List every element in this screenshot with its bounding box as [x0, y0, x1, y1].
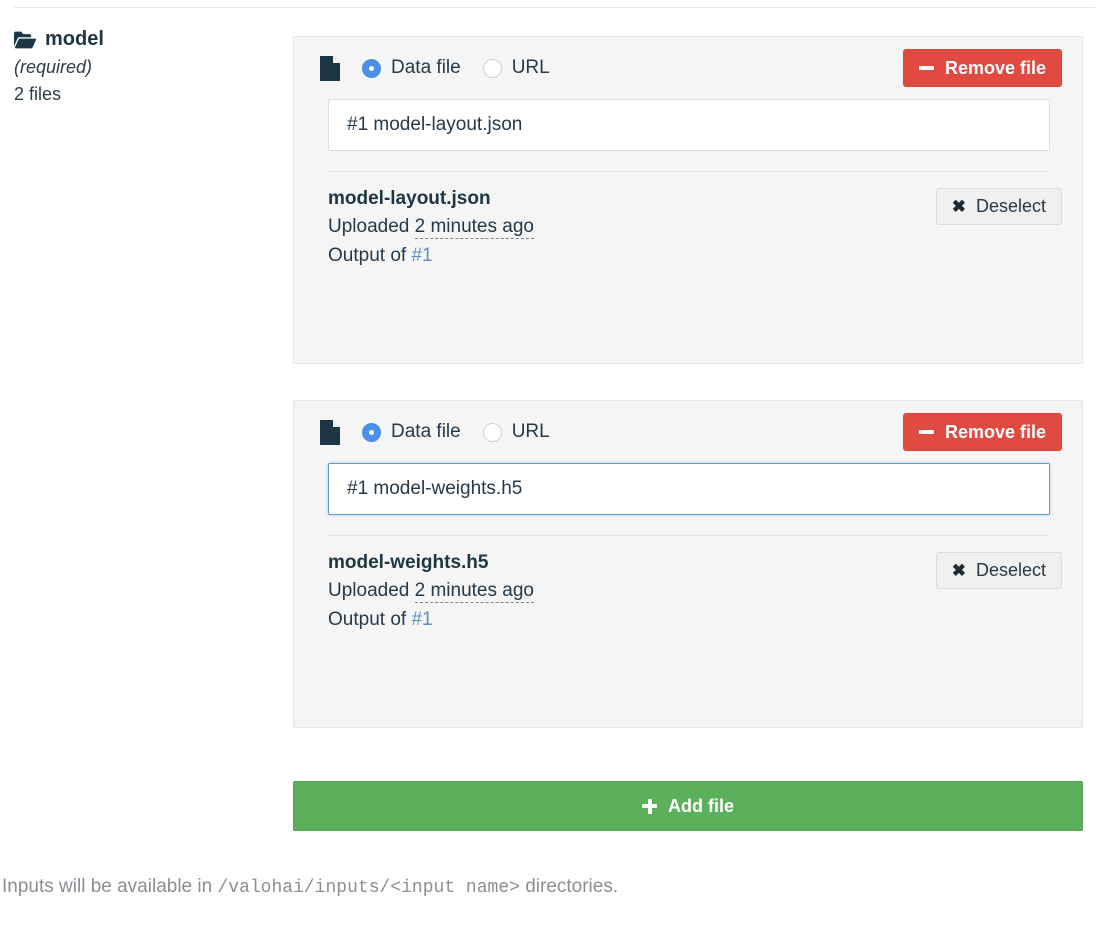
radio-option-url[interactable]: URL — [482, 421, 550, 443]
minus-icon — [918, 430, 934, 434]
output-execution-link[interactable]: #1 — [411, 609, 432, 630]
file-uploaded-line: Uploaded 2 minutes ago — [328, 212, 936, 241]
radio-label: URL — [511, 421, 550, 442]
radio-label: Data file — [391, 57, 461, 78]
file-output-line: Output of #1 — [328, 241, 936, 270]
radio-option-data-file[interactable]: Data file — [362, 57, 461, 79]
input-files-panel: model (required) 2 files Data file URL R… — [0, 0, 1108, 934]
remove-file-label: Remove file — [944, 421, 1046, 442]
help-text-before: Inputs will be available in — [2, 876, 218, 897]
uploaded-prefix: Uploaded — [328, 216, 410, 237]
add-file-label: Add file — [668, 795, 734, 816]
file-card: Data file URL Remove file model-layout.j… — [293, 36, 1083, 364]
inputs-path: /valohai/inputs/<input name> — [217, 878, 520, 898]
remove-file-label: Remove file — [944, 57, 1046, 78]
remove-file-button[interactable]: Remove file — [902, 413, 1062, 451]
radio-dot-icon — [362, 58, 381, 78]
uploaded-time[interactable]: 2 minutes ago — [414, 580, 534, 603]
folder-open-icon — [14, 30, 37, 49]
minus-icon — [918, 66, 934, 70]
input-group-info: model (required) 2 files — [14, 26, 276, 107]
file-name: model-layout.json — [328, 188, 491, 209]
file-detail: model-weights.h5 Uploaded 2 minutes ago … — [294, 536, 1082, 634]
deselect-label: Deselect — [975, 560, 1046, 580]
uploaded-prefix: Uploaded — [328, 580, 410, 601]
file-detail-text: model-weights.h5 Uploaded 2 minutes ago … — [328, 550, 936, 634]
file-detail-text: model-layout.json Uploaded 2 minutes ago… — [328, 186, 936, 270]
radio-dot-icon — [482, 58, 502, 78]
document-icon — [320, 419, 340, 445]
uploaded-time[interactable]: 2 minutes ago — [414, 216, 534, 239]
file-card: Data file URL Remove file model-weights.… — [293, 400, 1083, 728]
file-name: model-weights.h5 — [328, 552, 489, 573]
plus-icon — [642, 798, 657, 814]
radio-dot-icon — [482, 422, 502, 442]
output-prefix: Output of — [328, 609, 407, 630]
inputs-help-text: Inputs will be available in /valohai/inp… — [2, 874, 618, 901]
input-group-title: model — [14, 26, 276, 52]
radio-dot-icon — [362, 422, 381, 442]
input-required-note: (required) — [14, 57, 93, 77]
file-detail: model-layout.json Uploaded 2 minutes ago… — [294, 172, 1082, 270]
help-text-after: directories. — [519, 876, 619, 897]
input-group-name: model — [45, 28, 104, 50]
file-path-input[interactable] — [328, 463, 1050, 515]
radio-option-url[interactable]: URL — [482, 57, 550, 79]
file-input-wrapper — [294, 99, 1082, 151]
deselect-button[interactable]: ✖ Deselect — [935, 552, 1062, 589]
radio-option-data-file[interactable]: Data file — [362, 421, 461, 443]
document-icon — [320, 55, 340, 81]
section-divider — [14, 7, 1095, 8]
radio-label: URL — [511, 57, 550, 78]
deselect-button[interactable]: ✖ Deselect — [935, 188, 1062, 225]
input-file-count: 2 files — [14, 84, 62, 104]
file-card-header: Data file URL Remove file — [294, 37, 1082, 99]
file-input-wrapper — [294, 463, 1082, 515]
output-execution-link[interactable]: #1 — [411, 245, 432, 266]
source-type-radio-group: Data file URL — [362, 57, 572, 79]
file-card-header: Data file URL Remove file — [294, 401, 1082, 463]
file-uploaded-line: Uploaded 2 minutes ago — [328, 576, 936, 605]
file-path-input[interactable] — [328, 99, 1050, 151]
remove-file-button[interactable]: Remove file — [902, 49, 1062, 87]
deselect-label: Deselect — [975, 196, 1046, 216]
file-output-line: Output of #1 — [328, 605, 936, 634]
add-file-button[interactable]: Add file — [293, 781, 1083, 831]
radio-label: Data file — [391, 421, 461, 442]
output-prefix: Output of — [328, 245, 407, 266]
close-x-icon: ✖ — [951, 561, 966, 580]
close-x-icon: ✖ — [951, 197, 966, 216]
source-type-radio-group: Data file URL — [362, 421, 572, 443]
